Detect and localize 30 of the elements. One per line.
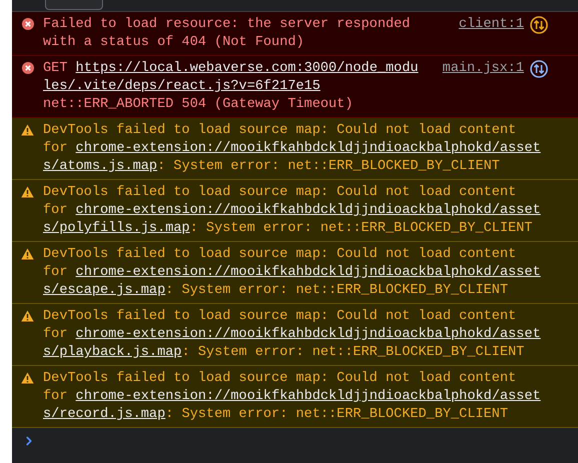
resource-link[interactable]: https://local.webaverse.com:3000/node_modu [76,61,418,76]
resource-link[interactable]: chrome-extension://mooikfkahbdckldjjndioackbalphokd/asset [76,141,541,156]
message-text: GET https://local.webaverse.com:3000/node_modu les/.vite/deps/react.js?v=6f217e15 net::ERR_ABORTED 504 (Gateway Timeout) [43,60,420,114]
source-link[interactable]: client:1 [458,16,524,34]
warning-icon [21,310,34,322]
arrows-icon[interactable] [530,16,548,34]
arrows-icon[interactable] [530,60,548,78]
warning-icon [21,372,34,384]
warning-icon [21,124,34,136]
message-text: Failed to load resource: the server responded with a status of 404 (Not Found) [43,16,412,52]
resource-link[interactable]: chrome-extension://mooikfkahbdckldjjndioackbalphokd/asset [76,389,541,404]
resource-link[interactable]: s/polyfills.js.map [43,221,190,236]
resource-link[interactable]: s/playback.js.map [43,345,182,360]
source-link[interactable]: main.jsx:1 [442,60,524,78]
message-text: DevTools failed to load source map: Could not load content for chrome-extension://mooikfkahbdckldjjndioackbalphokd/asset s/record.js.map: System error: net::ERR_BLOCKED_BY_CLIENT [43,370,542,424]
message-text: DevTools failed to load source map: Could not load content for chrome-extension://mooikfkahbdckldjjndioackbalphokd/asset s/atoms.js.map: System error: net::ERR_BLOCKED_BY_CLIENT [43,122,542,176]
resource-link[interactable]: les/.vite/deps/react.js?v=6f217e15 [43,79,320,94]
resource-link[interactable]: chrome-extension://mooikfkahbdckldjjndioackbalphokd/asset [76,203,541,218]
warning-icon [21,186,34,198]
warning-icon [21,248,34,260]
resource-link[interactable]: s/escape.js.map [43,283,166,298]
message-text: DevTools failed to load source map: Could not load content for chrome-extension://mooikfkahbdckldjjndioackbalphokd/asset s/polyfills.js.map: System error: net::ERR_BLOCKED_BY_CLIENT [43,184,542,238]
resource-link[interactable]: chrome-extension://mooikfkahbdckldjjndioackbalphokd/asset [76,265,541,280]
message-text: DevTools failed to load source map: Could not load content for chrome-extension://mooikfkahbdckldjjndioackbalphokd/asset s/escape.js.map: System error: net::ERR_BLOCKED_BY_CLIENT [43,246,542,300]
resource-link[interactable]: s/record.js.map [43,407,166,422]
resource-link[interactable]: chrome-extension://mooikfkahbdckldjjndioackbalphokd/asset [76,327,541,342]
message-text: DevTools failed to load source map: Could not load content for chrome-extension://mooikfkahbdckldjjndioackbalphokd/asset s/playback.js.map: System error: net::ERR_BLOCKED_BY_CLIENT [43,308,542,362]
error-icon [22,18,34,30]
resource-link[interactable]: s/atoms.js.map [43,159,158,174]
error-icon [22,62,34,74]
